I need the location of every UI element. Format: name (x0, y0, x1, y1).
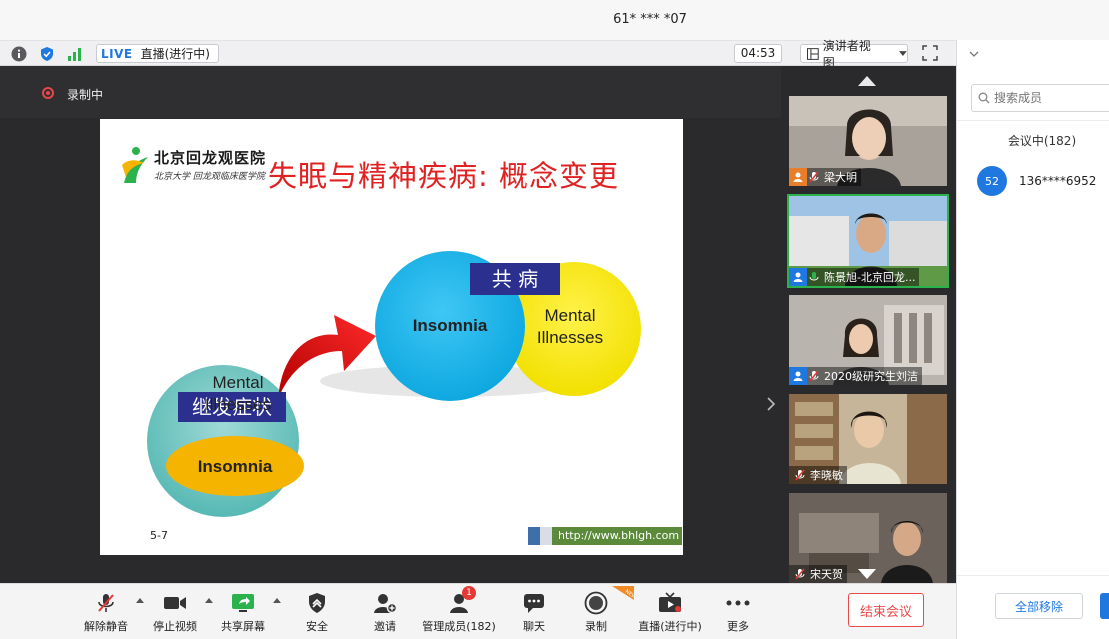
live-label: 直播(进行中) (638, 620, 702, 633)
live-badge: LIVE (101, 46, 133, 61)
meeting-toolbar: 解除静音 停止视频 共享屏幕 安全 邀请 1 管理成员(182) 聊天 录制 直… (0, 583, 956, 639)
live-button[interactable]: 直播(进行中) (632, 590, 708, 636)
share-screen-label: 共享屏幕 (221, 620, 265, 633)
tile-name-bar: 2020级研究生刘洁 (789, 367, 922, 385)
stop-video-label: 停止视频 (153, 620, 197, 633)
meeting-timer: 04:53 (734, 44, 782, 63)
participant-name: 宋天贺 (810, 568, 843, 581)
participant-name: 2020级研究生刘洁 (824, 370, 918, 383)
chat-icon (521, 590, 547, 616)
strip-toggle-icon[interactable] (766, 396, 778, 414)
record-label: 录制 (585, 620, 607, 633)
shared-screen-stage: 录制中 北京回龙观医院 北京大学 回龙观临床医学院 失眠与精神疾病: 概念变更 (0, 66, 781, 628)
tile-name-bar: 陈景旭-北京回龙... (789, 268, 920, 286)
panel-action-button[interactable] (1100, 593, 1109, 619)
panel-divider (957, 120, 1109, 121)
shield-icon[interactable] (38, 45, 56, 63)
security-label: 安全 (306, 620, 328, 633)
chat-label: 聊天 (523, 620, 545, 633)
video-strip: 梁大明 陈景旭-北京回龙... 2020级研究生刘洁 李晓敏 宋天贺 (781, 66, 956, 583)
meeting-window: 61* *** *07 LIVE 直播(进行中) 04:53 演讲者视图 录制中… (0, 0, 1109, 639)
mic-muted-icon (793, 565, 807, 583)
more-button[interactable]: 更多 (700, 590, 776, 636)
comorbidity-label: 共 病 (470, 263, 560, 295)
panel-bottom-divider (957, 575, 1109, 576)
member-name: 136****6952 (1019, 174, 1097, 188)
host-icon (789, 168, 807, 186)
record-icon (583, 590, 609, 616)
share-screen-icon (230, 590, 256, 616)
member-list-item[interactable]: 52 136****6952 (977, 166, 1096, 196)
remove-all-button[interactable]: 全部移除 (995, 593, 1083, 619)
manage-members-label: 管理成员(182) (422, 620, 496, 633)
more-dots-icon (725, 590, 751, 616)
right-mental-illnesses-text: Mental Illnesses (536, 306, 604, 347)
security-button[interactable]: 安全 (279, 590, 355, 636)
unmute-button[interactable]: 解除静音 (68, 590, 144, 636)
mic-muted-icon (807, 168, 821, 186)
title-bar: 61* *** *07 (0, 0, 1109, 40)
new-feature-tag-icon: NEW (612, 586, 634, 600)
info-icon[interactable] (10, 45, 28, 63)
recording-dot-icon (42, 87, 54, 99)
invite-button[interactable]: 邀请 (347, 590, 423, 636)
slide-page-number: 5-7 (150, 529, 168, 542)
user-icon (789, 367, 807, 385)
more-label: 更多 (727, 620, 749, 633)
invite-label: 邀请 (374, 620, 396, 633)
fullscreen-icon[interactable] (922, 45, 940, 63)
caret-down-icon (899, 50, 907, 56)
slide-url-footer: http://www.bhlgh.com (528, 527, 682, 545)
scroll-up-icon[interactable] (858, 76, 876, 86)
mic-off-icon (93, 590, 119, 616)
video-tile[interactable]: 梁大明 (789, 96, 947, 186)
meeting-id-title: 61* *** *07 (613, 12, 687, 27)
mic-muted-icon (793, 466, 807, 484)
mic-muted-icon (807, 367, 821, 385)
live-status-text: 直播(进行中) (140, 47, 210, 61)
video-camera-icon (162, 590, 188, 616)
video-tile[interactable]: 李晓敏 (789, 394, 947, 484)
right-insomnia-text: Insomnia (412, 316, 488, 335)
participant-name: 李晓敏 (810, 469, 843, 482)
left-mental-illnesses-text: Mental Illnesses (204, 373, 272, 414)
left-insomnia-text: Insomnia (197, 457, 273, 476)
stop-video-button[interactable]: 停止视频 (137, 590, 213, 636)
participants-panel: 会议中(182) 52 136****6952 全部移除 (956, 40, 1109, 639)
recording-bar: 录制中 (0, 66, 781, 118)
presentation-slide: 北京回龙观医院 北京大学 回龙观临床医学院 失眠与精神疾病: 概念变更 继发症状 (100, 119, 683, 555)
member-avatar: 52 (977, 166, 1007, 196)
tile-name-bar: 宋天贺 (789, 565, 847, 583)
search-input[interactable] (994, 91, 1104, 105)
video-tile[interactable]: 2020级研究生刘洁 (789, 295, 947, 385)
recording-label: 录制中 (67, 88, 104, 102)
search-icon (978, 92, 990, 104)
view-mode-dropdown[interactable]: 演讲者视图 (800, 39, 908, 70)
tile-name-bar: 梁大明 (789, 168, 861, 186)
security-shield-icon (304, 590, 330, 616)
participant-name: 陈景旭-北京回龙... (824, 271, 916, 284)
scroll-down-icon[interactable] (858, 569, 876, 579)
signal-icon[interactable] (66, 45, 84, 63)
tile-name-bar: 李晓敏 (789, 466, 847, 484)
meeting-status-bar: LIVE 直播(进行中) 04:53 演讲者视图 (0, 39, 956, 70)
member-search[interactable] (971, 84, 1109, 112)
invite-user-icon (372, 590, 398, 616)
unmute-label: 解除静音 (84, 620, 128, 633)
share-screen-button[interactable]: 共享屏幕 (205, 590, 281, 636)
grid-icon (807, 47, 819, 60)
members-icon: 1 (446, 586, 476, 616)
members-notification-badge: 1 (462, 586, 476, 600)
video-tile[interactable]: 陈景旭-北京回龙... (787, 194, 949, 288)
live-status-box[interactable]: LIVE 直播(进行中) (96, 44, 219, 63)
end-meeting-button[interactable]: 结束会议 (848, 593, 924, 627)
live-tv-icon (657, 590, 683, 616)
mic-active-icon (807, 268, 821, 286)
in-meeting-count[interactable]: 会议中(182) (957, 132, 1109, 149)
participant-name: 梁大明 (824, 171, 857, 184)
panel-collapse-icon[interactable] (969, 50, 979, 61)
manage-members-button[interactable]: 1 管理成员(182) (421, 586, 497, 636)
user-icon (789, 268, 807, 286)
